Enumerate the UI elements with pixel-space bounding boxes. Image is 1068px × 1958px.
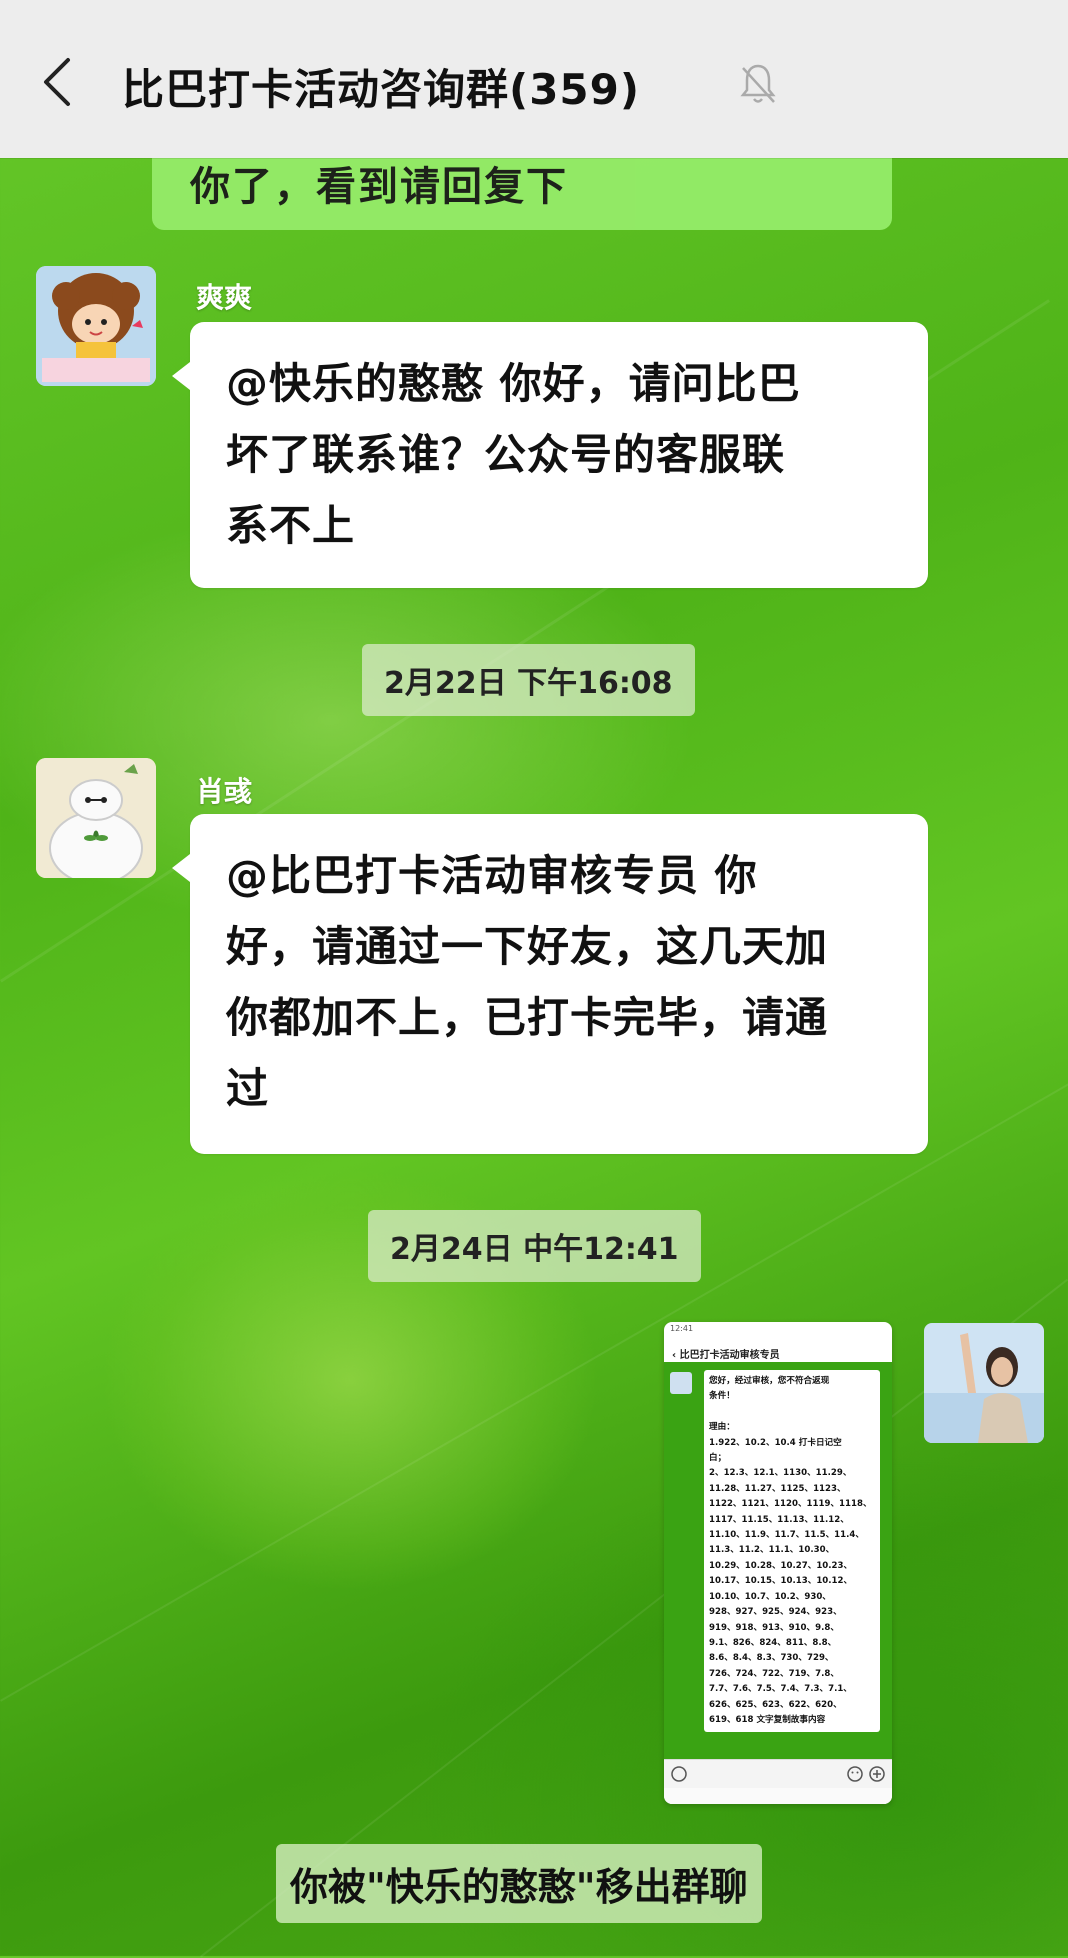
message-line: 好，请通过一下好友，这几天加 [226, 922, 829, 971]
screenshot-nav-bar [664, 1788, 892, 1804]
screenshot-line: 726、724、722、719、7.8、 [709, 1668, 839, 1679]
screenshot-status-time: 12:41 [670, 1324, 694, 1333]
screenshot-line: 10.17、10.15、10.13、10.12、 [709, 1576, 853, 1587]
own-message-text: 你了，看到请回复下 [190, 164, 568, 210]
mute-indicator [738, 62, 778, 106]
screenshot-line: 1.922、10.2、10.4 打卡日记空 [709, 1437, 842, 1448]
screenshot-line: 您好，经过审核，您不符合返现 [709, 1376, 830, 1386]
screenshot-line: 8.6、8.4、8.3、730、729、 [709, 1653, 834, 1664]
screenshot-line: 10.29、10.28、10.27、10.23、 [709, 1560, 853, 1571]
screenshot-line: 理由： [709, 1422, 735, 1433]
screenshot-line: 10.10、10.7、10.2、930、 [709, 1591, 831, 1602]
message-line: @比巴打卡活动审核专员 你 [226, 851, 758, 900]
message-line: 系不上 [226, 501, 356, 550]
screenshot-line: 11.28、11.27、1125、1123、 [709, 1483, 846, 1494]
timestamp: 2月24日 中午12:41 [368, 1210, 701, 1282]
plus-icon [869, 1766, 885, 1782]
person-photo-avatar-icon [924, 1323, 1044, 1443]
message-bubble[interactable]: @比巴打卡活动审核专员 你 好，请通过一下好友，这几天加 你都加不上，已打卡完毕… [172, 814, 928, 1154]
cartoon-girl-avatar-icon [36, 266, 156, 386]
screenshot-line: 2、12.3、12.1、1130、11.29、 [709, 1468, 852, 1479]
screenshot-avatar [670, 1372, 692, 1394]
screenshot-line: 条件！ [709, 1391, 735, 1402]
voice-icon [671, 1766, 687, 1782]
screenshot-line: 1122、1121、1120、1119、1118、 [709, 1499, 872, 1510]
avatar[interactable] [36, 266, 156, 386]
screenshot-line: 11.10、11.9、11.7、11.5、11.4、 [709, 1530, 864, 1541]
message-bubble[interactable]: @快乐的憨憨 你好，请问比巴 坏了联系谁？公众号的客服联 系不上 [172, 322, 928, 588]
message-line: 你都加不上，已打卡完毕，请通 [226, 993, 829, 1042]
screenshot-nav-title: ‹ 比巴打卡活动审核专员 [664, 1340, 892, 1364]
message-line: 过 [226, 1064, 270, 1113]
message-line: @快乐的憨憨 你好，请问比巴 [226, 359, 801, 408]
sender-name: 肖彧 [196, 775, 253, 808]
screenshot-line: 白； [709, 1453, 727, 1464]
screenshot-message: 您好，经过审核，您不符合返现 条件！ 理由： 1.922、10.2、10.4 打… [704, 1370, 880, 1733]
back-button[interactable] [34, 52, 82, 112]
emoji-icon [847, 1766, 863, 1782]
screenshot-line: 619、618 文字复制故事内容 [709, 1714, 826, 1725]
avatar[interactable] [36, 758, 156, 878]
own-message-bubble-partial[interactable]: 你了，看到请回复下 [152, 150, 892, 230]
screenshot-line: 1117、11.15、11.13、11.12、 [709, 1514, 849, 1525]
avatar-self[interactable] [924, 1323, 1044, 1443]
screenshot-line: 919、918、913、910、9.8、 [709, 1622, 839, 1633]
system-notice: 你被"快乐的憨憨"移出群聊 [276, 1844, 762, 1923]
chat-header: 比巴打卡活动咨询群(359) [0, 0, 1068, 158]
robot-character-avatar-icon [36, 758, 156, 878]
image-message-screenshot[interactable]: 12:41 ‹ 比巴打卡活动审核专员 您好，经过审核，您不符合返现 条件！ 理由… [664, 1322, 892, 1804]
screenshot-line: 11.3、11.2、11.1、10.30、 [709, 1545, 835, 1556]
screenshot-chat-body: 您好，经过审核，您不符合返现 条件！ 理由： 1.922、10.2、10.4 打… [664, 1362, 892, 1760]
chevron-left-icon [44, 58, 70, 106]
screenshot-title-text: 比巴打卡活动审核专员 [679, 1350, 780, 1361]
screenshot-line: 9.1、826、824、811、8.8、 [709, 1637, 837, 1648]
screenshot-line: 928、927、925、924、923、 [709, 1607, 842, 1618]
screenshot-line: 7.7、7.6、7.5、7.4、7.3、7.1、 [709, 1684, 852, 1695]
bell-off-icon [740, 64, 776, 103]
message-line: 坏了联系谁？公众号的客服联 [226, 430, 786, 479]
chat-title: 比巴打卡活动咨询群(359) [122, 65, 641, 114]
screenshot-input-bar [664, 1759, 892, 1788]
timestamp: 2月22日 下午16:08 [362, 644, 695, 716]
screenshot-line [709, 1405, 875, 1420]
screenshot-line: 626、625、623、622、620、 [709, 1699, 842, 1710]
screenshot-back-icon: ‹ [672, 1350, 680, 1361]
sender-name: 爽爽 [196, 281, 253, 314]
